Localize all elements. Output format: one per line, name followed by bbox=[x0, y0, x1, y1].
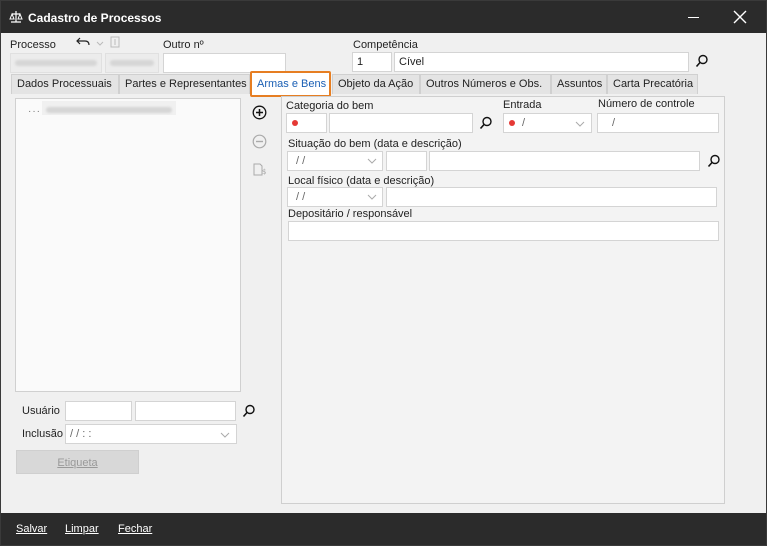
local-fisico-label: Local físico (data e descrição) bbox=[288, 175, 435, 187]
competencia-value-input[interactable]: Cível bbox=[394, 52, 689, 72]
situacao-code-input[interactable] bbox=[386, 151, 427, 171]
outro-numero-label: Outro nº bbox=[163, 39, 204, 51]
svg-text:$: $ bbox=[262, 168, 266, 176]
situacao-desc-input[interactable] bbox=[429, 151, 700, 171]
tab-outros-numeros[interactable]: Outros Números e Obs. bbox=[420, 74, 551, 94]
search-icon[interactable] bbox=[695, 54, 709, 68]
title-bar: Cadastro de Processos bbox=[1, 1, 766, 33]
chevron-down-icon bbox=[220, 432, 230, 438]
close-icon[interactable] bbox=[730, 7, 750, 27]
tab-objeto-acao[interactable]: Objeto da Ação bbox=[332, 74, 420, 94]
numero-controle-input[interactable]: / bbox=[597, 113, 719, 133]
search-icon[interactable] bbox=[707, 154, 721, 168]
tree-item[interactable] bbox=[42, 101, 176, 115]
tab-carta-precatoria[interactable]: Carta Precatória bbox=[607, 74, 698, 94]
categoria-desc-input[interactable] bbox=[329, 113, 473, 133]
salvar-button[interactable]: Salvar bbox=[16, 523, 47, 535]
outro-numero-input[interactable] bbox=[163, 53, 286, 73]
entrada-value: / bbox=[522, 117, 526, 129]
chevron-down-icon[interactable] bbox=[96, 41, 104, 47]
tab-dados-processuais[interactable]: Dados Processuais bbox=[11, 74, 119, 94]
fechar-button[interactable]: Fechar bbox=[118, 523, 152, 535]
scales-icon bbox=[9, 11, 23, 23]
processo-number-field[interactable] bbox=[10, 53, 102, 73]
processo-label: Processo bbox=[10, 39, 56, 51]
competencia-label: Competência bbox=[353, 39, 418, 51]
copy-icon[interactable] bbox=[110, 36, 120, 48]
numero-controle-label: Número de controle bbox=[598, 98, 695, 110]
depositario-label: Depositário / responsável bbox=[288, 208, 413, 220]
required-dot bbox=[509, 120, 515, 126]
usuario-name-input[interactable] bbox=[135, 401, 236, 421]
items-tree[interactable]: ····· bbox=[15, 98, 241, 392]
required-dot bbox=[292, 120, 298, 126]
categoria-label: Categoria do bem bbox=[286, 100, 374, 112]
undo-icon[interactable] bbox=[76, 37, 90, 47]
chevron-down-icon bbox=[367, 158, 377, 164]
usuario-label: Usuário bbox=[22, 405, 60, 417]
search-icon[interactable] bbox=[479, 116, 493, 130]
limpar-button[interactable]: Limpar bbox=[65, 523, 99, 535]
tab-armas-bens[interactable]: Armas e Bens bbox=[250, 71, 331, 97]
minimize-button[interactable] bbox=[684, 7, 704, 27]
inclusao-datetime-select[interactable]: / / : : bbox=[65, 424, 237, 444]
depositario-input[interactable] bbox=[288, 221, 719, 241]
categoria-code-input[interactable] bbox=[286, 113, 327, 133]
local-desc-input[interactable] bbox=[386, 187, 717, 207]
chevron-down-icon bbox=[367, 194, 377, 200]
value-document-icon[interactable]: $ bbox=[252, 161, 268, 177]
etiqueta-button[interactable]: Etiqueta bbox=[16, 450, 139, 474]
window-title: Cadastro de Processos bbox=[28, 11, 162, 25]
tab-assuntos[interactable]: Assuntos bbox=[551, 74, 607, 94]
competencia-code-input[interactable]: 1 bbox=[352, 52, 392, 72]
chevron-down-icon bbox=[575, 121, 585, 127]
tab-partes-representantes[interactable]: Partes e Representantes bbox=[119, 74, 250, 94]
search-icon[interactable] bbox=[242, 404, 256, 418]
action-bar: Salvar Limpar Fechar bbox=[1, 513, 766, 545]
usuario-code-input[interactable] bbox=[65, 401, 132, 421]
add-circle-icon[interactable] bbox=[252, 105, 267, 120]
processo-suffix-field[interactable] bbox=[105, 53, 159, 73]
remove-circle-icon[interactable] bbox=[252, 134, 267, 149]
main-window: Cadastro de Processos Processo Outro nº … bbox=[0, 0, 767, 546]
entrada-label: Entrada bbox=[503, 99, 542, 111]
situacao-label: Situação do bem (data e descrição) bbox=[288, 138, 462, 150]
inclusao-label: Inclusão bbox=[22, 428, 63, 440]
